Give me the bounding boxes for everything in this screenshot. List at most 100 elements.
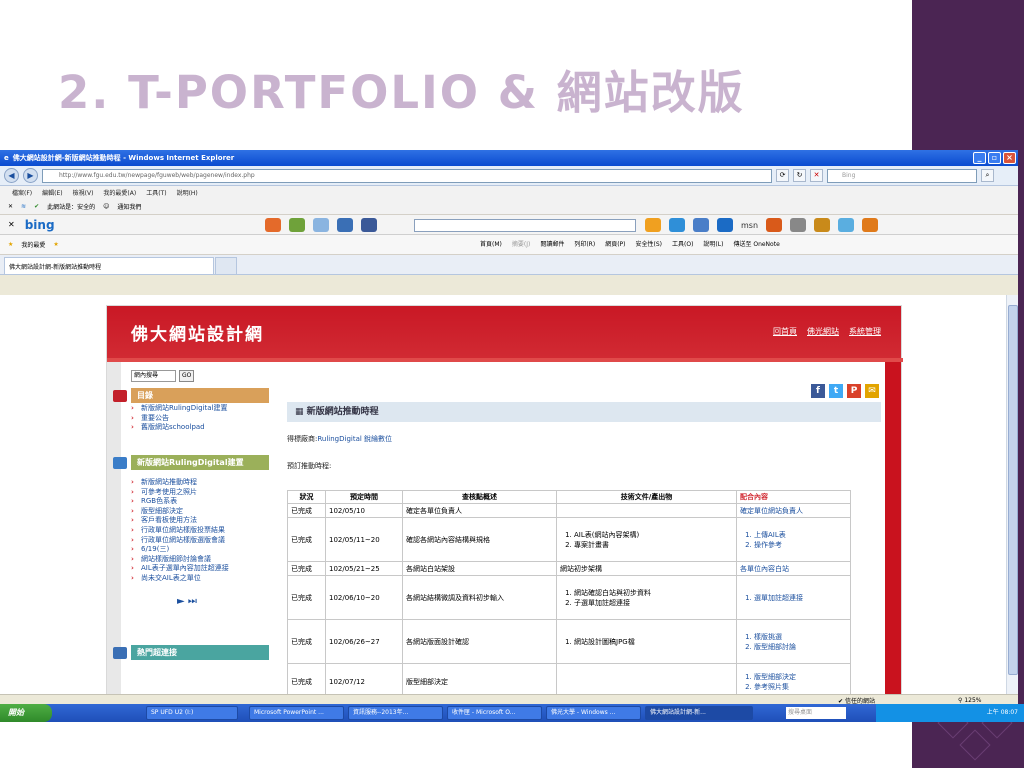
- link-fgu[interactable]: 佛光網站: [807, 326, 839, 337]
- scroll-thumb[interactable]: [1008, 305, 1018, 675]
- build-item[interactable]: RGB色系表: [129, 497, 229, 507]
- section-title-bar: ▦ 新版網站推動時程: [287, 402, 881, 422]
- plurk-icon[interactable]: P: [847, 384, 861, 398]
- link-home[interactable]: 回首頁: [773, 326, 797, 337]
- twitter-icon[interactable]: t: [829, 384, 843, 398]
- site-go-button[interactable]: GO: [179, 370, 195, 382]
- chat-icon[interactable]: [717, 218, 733, 232]
- msn-icon[interactable]: msn: [741, 221, 758, 230]
- cell-status: 已完成: [287, 503, 326, 518]
- vertical-scrollbar[interactable]: [1006, 295, 1018, 694]
- close-button[interactable]: ×: [1003, 152, 1016, 164]
- menu-file[interactable]: 檔案(F): [12, 188, 32, 197]
- cmd-safety[interactable]: 安全性(S): [636, 239, 663, 248]
- task-powerpoint[interactable]: Microsoft PowerPoint ...: [249, 706, 344, 720]
- notify-link[interactable]: 通知我們: [117, 202, 141, 211]
- coop-link[interactable]: 版型細部決定: [754, 672, 847, 682]
- table-header-row: 狀況 預定時間 查核點概述 技術文件/產出物 配合內容: [287, 490, 851, 504]
- build-item[interactable]: 版型細部決定: [129, 507, 229, 517]
- menu-edit[interactable]: 編輯(E): [42, 188, 62, 197]
- build-item[interactable]: AIL表子選單內容加註超連接: [129, 564, 229, 574]
- task-fgu-ie[interactable]: 佛光大學 - Windows ...: [546, 706, 641, 720]
- task-site-ie[interactable]: 佛大網站設計網-新...: [645, 706, 753, 720]
- cmd-onenote[interactable]: 傳送至 OneNote: [733, 239, 779, 248]
- stop-icon[interactable]: ✕: [810, 169, 823, 182]
- toolbar-app-icon[interactable]: [838, 218, 855, 232]
- task-info-service[interactable]: 資訊服務--2013年...: [348, 706, 443, 720]
- cmd-home[interactable]: 首頁(M): [480, 239, 502, 248]
- menu-help[interactable]: 說明(H): [177, 188, 198, 197]
- tab-active[interactable]: 佛大網站設計網-新版網站推動時程: [4, 257, 214, 274]
- menu-tools[interactable]: 工具(T): [146, 188, 166, 197]
- cell-desc: 各網站版面設計確認: [402, 619, 557, 664]
- facebook-icon[interactable]: f: [811, 384, 825, 398]
- menu-item[interactable]: 重要公告: [129, 414, 227, 424]
- coop-link[interactable]: 參考照片集: [754, 682, 847, 692]
- menu-item[interactable]: 新版網站RulingDigital建置: [129, 404, 227, 414]
- slideshow-controls[interactable]: ► ⏭: [177, 596, 197, 607]
- toolbar-app-icon[interactable]: [862, 218, 879, 232]
- weather-icon[interactable]: [313, 218, 329, 232]
- contractor-value[interactable]: RulingDigital 銳綸數位: [317, 435, 392, 443]
- cmd-tools[interactable]: 工具(O): [672, 239, 693, 248]
- coop-link[interactable]: 操作參考: [754, 540, 847, 550]
- toolbar-app-icon[interactable]: [337, 218, 353, 232]
- back-button[interactable]: ◀: [4, 168, 19, 183]
- favorites-star-icon[interactable]: ★: [8, 241, 13, 248]
- task-outlook[interactable]: 收件匣 - Microsoft O...: [447, 706, 542, 720]
- coop-link[interactable]: 上傳AIL表: [754, 530, 847, 540]
- restore-button[interactable]: ▫: [988, 152, 1001, 164]
- toolbar-app-icon[interactable]: [265, 218, 281, 232]
- toolbar-search-input[interactable]: [414, 219, 636, 232]
- address-input[interactable]: http://www.fgu.edu.tw/newpage/fguweb/web…: [42, 168, 772, 183]
- cmd-mail[interactable]: 閱讀郵件: [540, 239, 564, 248]
- bing-search-input[interactable]: Bing: [827, 168, 977, 183]
- compat-view-icon[interactable]: ⟳: [776, 169, 789, 182]
- menu-item[interactable]: 舊版網站schoolpad: [129, 423, 227, 433]
- mail-icon[interactable]: ✉: [865, 384, 879, 398]
- toolbar-app-icon[interactable]: [289, 218, 305, 232]
- coop-link[interactable]: 選單加註超連接: [754, 593, 847, 603]
- menu-view[interactable]: 檢視(V): [73, 188, 94, 197]
- close-icon[interactable]: ✕: [8, 203, 13, 210]
- people-icon: ☺: [103, 203, 110, 210]
- refresh-icon[interactable]: ↻: [793, 169, 806, 182]
- cmd-help[interactable]: 說明(L): [703, 239, 723, 248]
- table-body: 已完成 102/05/10 確定各單位負責人 確定單位網站負責人 已完成 102/05/1…: [287, 503, 851, 694]
- close-toolbar-icon[interactable]: ✕: [8, 220, 15, 229]
- build-item[interactable]: 新版網站推動時程: [129, 478, 229, 488]
- add-favorite-icon[interactable]: ★: [53, 241, 58, 248]
- minimize-button[interactable]: _: [973, 152, 986, 164]
- link-admin[interactable]: 系統管理: [849, 326, 881, 337]
- build-item[interactable]: 行政單位網站樣版投票結果: [129, 526, 229, 536]
- like-icon[interactable]: [693, 218, 709, 232]
- doc-item: 專案計畫書: [574, 540, 733, 550]
- start-button[interactable]: 開始: [0, 704, 52, 722]
- build-item[interactable]: 可參考使用之照片: [129, 488, 229, 498]
- build-item-date[interactable]: 6/19(三): [129, 545, 229, 555]
- cmd-feeds[interactable]: 摘要(J): [512, 239, 530, 248]
- forward-button[interactable]: ▶: [23, 168, 38, 183]
- toolbar-app-icon[interactable]: [790, 218, 807, 232]
- menu-favorites[interactable]: 我的最愛(A): [103, 188, 136, 197]
- toolbar-app-icon[interactable]: [814, 218, 831, 232]
- search-icon[interactable]: [645, 218, 661, 232]
- cmd-print[interactable]: 列印(R): [574, 239, 595, 248]
- build-item[interactable]: 行政單位網站樣版選版會議: [129, 536, 229, 546]
- build-item[interactable]: 客戶看板使用方法: [129, 516, 229, 526]
- zoom-level[interactable]: ⚲ 125%: [958, 697, 981, 704]
- taskbar-search-input[interactable]: 搜尋桌面: [786, 707, 846, 719]
- coop-link[interactable]: 樣版挑選: [754, 632, 847, 642]
- favorites-label[interactable]: 我的最愛: [21, 240, 45, 249]
- toolbar-app-icon[interactable]: [766, 218, 783, 232]
- build-item[interactable]: 網站樣版細節討論會議: [129, 555, 229, 565]
- search-icon[interactable]: ⌕: [981, 169, 994, 182]
- coop-link[interactable]: 版型細部討論: [754, 642, 847, 652]
- weather-icon[interactable]: [669, 218, 685, 232]
- build-item[interactable]: 尚未交AIL表之單位: [129, 574, 229, 584]
- facebook-icon[interactable]: [361, 218, 377, 232]
- cmd-page[interactable]: 網頁(P): [605, 239, 625, 248]
- task-usb[interactable]: SP UFD U2 (I:): [146, 706, 238, 720]
- site-search-input[interactable]: 網內搜尋: [131, 370, 176, 382]
- new-tab-button[interactable]: [215, 257, 237, 274]
